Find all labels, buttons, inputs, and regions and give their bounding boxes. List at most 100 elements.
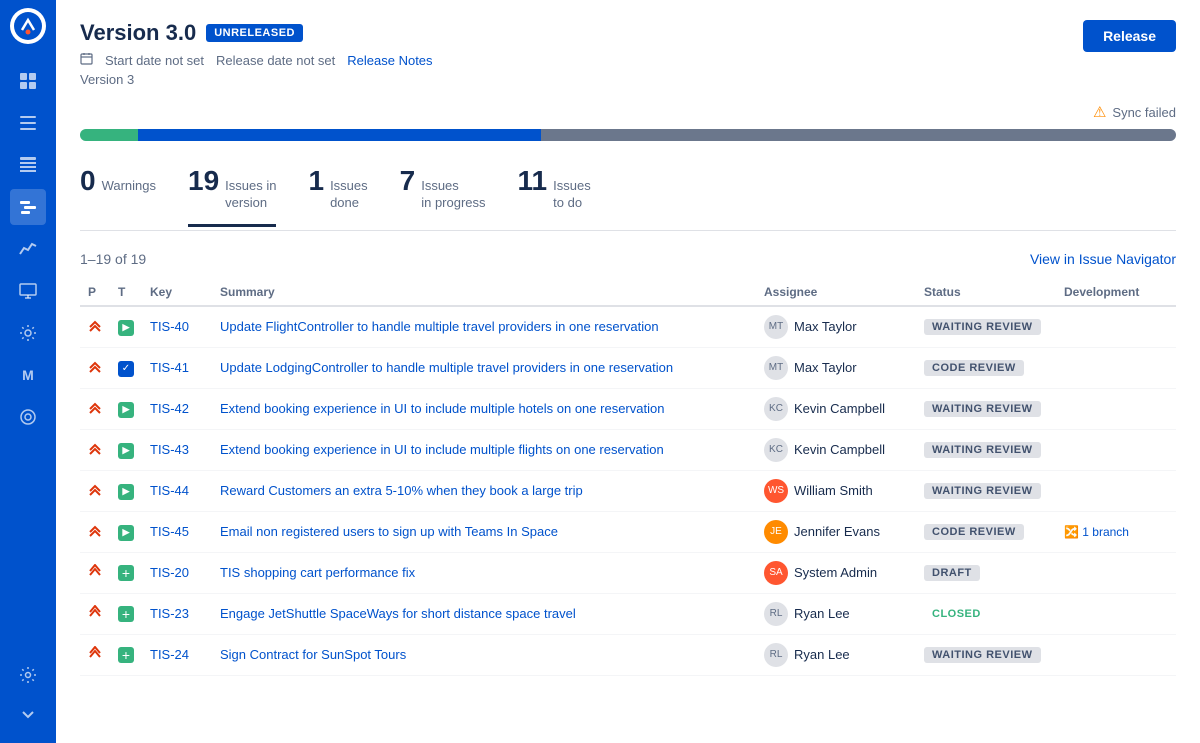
sidebar-icon-monitor[interactable] — [10, 273, 46, 309]
table-row: ▶ TIS-42 Extend booking experience in UI… — [80, 388, 1176, 429]
stat-issues-done[interactable]: 1 Issuesdone — [308, 165, 367, 227]
issue-key[interactable]: TIS-41 — [142, 347, 212, 388]
version-subtitle: Version 3 — [80, 72, 433, 87]
sync-warning-icon: ⚠ — [1093, 103, 1106, 121]
assignee-avatar: MT — [764, 356, 788, 380]
status-cell: WAITING REVIEW — [916, 634, 1056, 675]
type-cell: ▶ — [110, 388, 142, 429]
issue-key[interactable]: TIS-42 — [142, 388, 212, 429]
dev-cell — [1056, 470, 1176, 511]
release-date-label: Release date not set — [216, 53, 335, 68]
col-header-key: Key — [142, 279, 212, 306]
assignee-avatar: MT — [764, 315, 788, 339]
type-cell: + — [110, 593, 142, 634]
col-header-assignee: Assignee — [756, 279, 916, 306]
sidebar-icon-gear[interactable] — [10, 657, 46, 693]
dev-cell — [1056, 306, 1176, 348]
issue-summary[interactable]: TIS shopping cart performance fix — [212, 552, 756, 593]
status-cell: CODE REVIEW — [916, 511, 1056, 552]
sidebar-icon-board[interactable] — [10, 63, 46, 99]
assignee-cell: MT Max Taylor — [756, 347, 916, 388]
progress-remaining — [541, 129, 1175, 141]
stat-issues-version[interactable]: 19 Issues inversion — [188, 165, 276, 227]
sidebar-icon-expand[interactable] — [10, 696, 46, 732]
version-title-row: Version 3.0 UNRELEASED — [80, 20, 433, 46]
release-notes-link[interactable]: Release Notes — [347, 53, 432, 68]
sidebar-icon-module[interactable]: M — [10, 357, 46, 393]
stat-issues-todo[interactable]: 11 Issuesto do — [518, 165, 591, 227]
issue-key-link[interactable]: TIS-41 — [150, 360, 189, 375]
issue-key[interactable]: TIS-40 — [142, 306, 212, 348]
table-row: ✓ TIS-41 Update LodgingController to han… — [80, 347, 1176, 388]
sync-failed-label: Sync failed — [1112, 105, 1176, 120]
issue-key[interactable]: TIS-45 — [142, 511, 212, 552]
status-cell: WAITING REVIEW — [916, 470, 1056, 511]
issue-key-link[interactable]: TIS-44 — [150, 483, 189, 498]
status-cell: WAITING REVIEW — [916, 429, 1056, 470]
issue-summary[interactable]: Extend booking experience in UI to inclu… — [212, 388, 756, 429]
sidebar-icon-plugin[interactable] — [10, 399, 46, 435]
sidebar-icon-roadmap[interactable] — [10, 189, 46, 225]
type-cell: ▶ — [110, 306, 142, 348]
stat-issues-todo-label: Issuesto do — [553, 178, 591, 212]
issue-key[interactable]: TIS-23 — [142, 593, 212, 634]
priority-cell — [80, 634, 110, 675]
main-content: Version 3.0 UNRELEASED Start date not se… — [56, 0, 1200, 743]
col-header-summary: Summary — [212, 279, 756, 306]
assignee-cell: KC Kevin Campbell — [756, 388, 916, 429]
stat-issues-version-label: Issues inversion — [225, 178, 276, 212]
assignee-avatar: KC — [764, 397, 788, 421]
sidebar-icon-list[interactable] — [10, 105, 46, 141]
issue-summary[interactable]: Extend booking experience in UI to inclu… — [212, 429, 756, 470]
assignee-avatar: KC — [764, 438, 788, 462]
sync-failed-row: ⚠ Sync failed — [80, 103, 1176, 121]
release-button[interactable]: Release — [1083, 20, 1176, 52]
issue-key[interactable]: TIS-24 — [142, 634, 212, 675]
type-cell: + — [110, 634, 142, 675]
status-cell: CLOSED — [916, 593, 1056, 634]
stat-warnings[interactable]: 0 Warnings — [80, 165, 156, 227]
issue-summary[interactable]: Update FlightController to handle multip… — [212, 306, 756, 348]
type-cell: + — [110, 552, 142, 593]
sidebar-icon-settings[interactable] — [10, 315, 46, 351]
issue-key-link[interactable]: TIS-40 — [150, 319, 189, 334]
table-row: ▶ TIS-43 Extend booking experience in UI… — [80, 429, 1176, 470]
priority-cell — [80, 347, 110, 388]
issue-key[interactable]: TIS-43 — [142, 429, 212, 470]
stat-issues-inprogress[interactable]: 7 Issuesin progress — [400, 165, 486, 227]
issue-summary[interactable]: Sign Contract for SunSpot Tours — [212, 634, 756, 675]
stats-row: 0 Warnings 19 Issues inversion 1 Issuesd… — [80, 165, 1176, 231]
issue-key-link[interactable]: TIS-45 — [150, 524, 189, 539]
table-row: + TIS-23 Engage JetShuttle SpaceWays for… — [80, 593, 1176, 634]
issue-key[interactable]: TIS-20 — [142, 552, 212, 593]
app-logo[interactable] — [10, 8, 46, 44]
issue-key-link[interactable]: TIS-43 — [150, 442, 189, 457]
view-navigator-link[interactable]: View in Issue Navigator — [1030, 251, 1176, 267]
sidebar-icon-table[interactable] — [10, 147, 46, 183]
priority-cell — [80, 388, 110, 429]
issue-key-link[interactable]: TIS-24 — [150, 647, 189, 662]
sidebar-icon-chart[interactable] — [10, 231, 46, 267]
issue-key-link[interactable]: TIS-42 — [150, 401, 189, 416]
assignee-name: Jennifer Evans — [794, 524, 880, 539]
assignee-avatar: JE — [764, 520, 788, 544]
assignee-avatar: SA — [764, 561, 788, 585]
table-row: ▶ TIS-40 Update FlightController to hand… — [80, 306, 1176, 348]
issue-summary[interactable]: Email non registered users to sign up wi… — [212, 511, 756, 552]
stat-warnings-label: Warnings — [102, 178, 156, 195]
issue-key-link[interactable]: TIS-20 — [150, 565, 189, 580]
page-header: Version 3.0 UNRELEASED Start date not se… — [80, 20, 1176, 87]
dev-branch[interactable]: 🔀 1 branch — [1064, 525, 1129, 539]
issue-key-link[interactable]: TIS-23 — [150, 606, 189, 621]
col-header-p: P — [80, 279, 110, 306]
version-title: Version 3.0 — [80, 20, 196, 46]
assignee-name: Kevin Campbell — [794, 401, 885, 416]
priority-cell — [80, 593, 110, 634]
issue-summary[interactable]: Update LodgingController to handle multi… — [212, 347, 756, 388]
issue-summary[interactable]: Engage JetShuttle SpaceWays for short di… — [212, 593, 756, 634]
issue-key[interactable]: TIS-44 — [142, 470, 212, 511]
assignee-avatar: RL — [764, 602, 788, 626]
assignee-cell: SA System Admin — [756, 552, 916, 593]
issue-summary[interactable]: Reward Customers an extra 5-10% when the… — [212, 470, 756, 511]
dev-cell — [1056, 429, 1176, 470]
